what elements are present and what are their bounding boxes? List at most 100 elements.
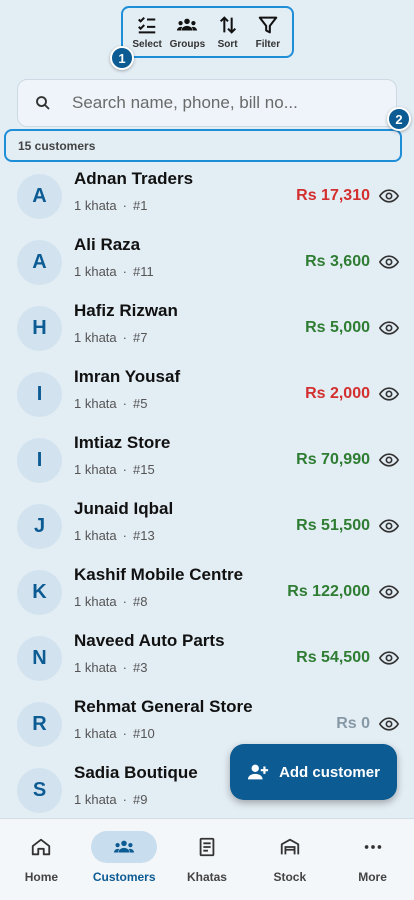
list-toolbar: Select Groups Sort Filter	[121, 6, 294, 58]
avatar: N	[17, 635, 62, 681]
eye-icon[interactable]	[379, 318, 399, 338]
khata-count: 1 khata	[74, 330, 117, 345]
nav-home[interactable]: Home	[3, 831, 79, 900]
balance-amount: Rs 5,000	[305, 319, 370, 336]
customer-number: #10	[133, 726, 155, 741]
eye-icon[interactable]	[379, 582, 399, 602]
groups-button[interactable]: Groups	[167, 14, 207, 50]
balance-amount: Rs 17,310	[296, 187, 370, 204]
balance-amount: Rs 54,500	[296, 649, 370, 666]
warehouse-icon	[280, 838, 299, 855]
customer-name: Hafiz Rizwan	[74, 301, 178, 320]
bottom-nav: Home Customers Khatas Stock More	[0, 818, 414, 900]
customer-number: #1	[133, 198, 148, 213]
customer-meta: 1 khata · #11	[74, 264, 154, 279]
balance-amount: Rs 0	[336, 715, 370, 732]
customer-info: Imran Yousaf 1 khata · #5	[74, 367, 180, 411]
search-input[interactable]	[72, 93, 372, 113]
avatar: S	[17, 767, 62, 813]
eye-icon[interactable]	[379, 450, 399, 470]
customer-info: Ali Raza 1 khata · #11	[74, 235, 154, 279]
separator-dot: ·	[122, 264, 127, 279]
sort-label: Sort	[217, 39, 238, 50]
customer-meta: 1 khata · #3	[74, 660, 225, 675]
customer-row[interactable]: N Naveed Auto Parts 1 khata · #3 Rs 54,500	[0, 625, 414, 691]
nav-more[interactable]: More	[335, 831, 411, 900]
separator-dot: ·	[122, 330, 127, 345]
customer-meta: 1 khata · #15	[74, 462, 170, 477]
search-icon	[36, 96, 50, 110]
balance-amount: Rs 70,990	[296, 451, 370, 468]
eye-icon[interactable]	[379, 648, 399, 668]
nav-stock[interactable]: Stock	[252, 831, 328, 900]
customer-name: Junaid Iqbal	[74, 499, 174, 518]
customer-number: #15	[133, 462, 155, 477]
filter-button[interactable]: Filter	[248, 14, 288, 50]
customer-row[interactable]: A Ali Raza 1 khata · #11 Rs 3,600	[0, 229, 414, 295]
customer-number: #11	[133, 264, 154, 279]
nav-khatas[interactable]: Khatas	[169, 831, 245, 900]
customer-number: #13	[133, 528, 155, 543]
balance-amount: Rs 122,000	[287, 583, 370, 600]
separator-dot: ·	[122, 726, 127, 741]
balance-amount: Rs 51,500	[296, 517, 370, 534]
eye-icon[interactable]	[379, 714, 399, 734]
customer-meta: 1 khata · #13	[74, 528, 173, 543]
khata-count: 1 khata	[74, 726, 117, 741]
customer-meta: 1 khata · #9	[74, 792, 198, 807]
khata-count: 1 khata	[74, 396, 117, 411]
eye-icon[interactable]	[379, 384, 399, 404]
customer-name: Imran Yousaf	[74, 367, 181, 386]
customers-icon	[114, 840, 135, 853]
eye-icon[interactable]	[379, 516, 399, 536]
step-marker-1: 1	[110, 46, 134, 70]
nav-customers[interactable]: Customers	[86, 831, 162, 900]
separator-dot: ·	[122, 660, 127, 675]
step-marker-2: 2	[387, 107, 411, 131]
khata-count: 1 khata	[74, 264, 117, 279]
customer-info: Hafiz Rizwan 1 khata · #7	[74, 301, 178, 345]
balance-amount: Rs 3,600	[305, 253, 370, 270]
eye-icon[interactable]	[379, 186, 399, 206]
customer-row[interactable]: J Junaid Iqbal 1 khata · #13 Rs 51,500	[0, 493, 414, 559]
customer-name: Naveed Auto Parts	[74, 631, 225, 650]
khata-count: 1 khata	[74, 462, 117, 477]
khata-count: 1 khata	[74, 528, 117, 543]
customer-row[interactable]: A Adnan Traders 1 khata · #1 Rs 17,310	[0, 163, 414, 229]
home-icon	[32, 838, 51, 856]
customer-name: Sadia Boutique	[74, 763, 198, 782]
eye-icon[interactable]	[379, 252, 399, 272]
customer-meta: 1 khata · #8	[74, 594, 243, 609]
customer-name: Imtiaz Store	[74, 433, 171, 452]
customer-number: #8	[133, 594, 148, 609]
nav-stock-label: Stock	[273, 870, 307, 884]
sort-button[interactable]: Sort	[208, 14, 248, 50]
add-person-icon	[247, 764, 269, 780]
avatar: A	[17, 173, 62, 219]
customer-name: Rehmat General Store	[74, 697, 253, 716]
search-bar	[17, 79, 397, 127]
avatar: J	[17, 503, 62, 549]
customer-number: #5	[133, 396, 148, 411]
customer-row[interactable]: H Hafiz Rizwan 1 khata · #7 Rs 5,000	[0, 295, 414, 361]
customer-row[interactable]: I Imtiaz Store 1 khata · #15 Rs 70,990	[0, 427, 414, 493]
select-button[interactable]: Select	[127, 14, 167, 50]
avatar: A	[17, 239, 62, 285]
add-customer-button[interactable]: Add customer	[230, 744, 397, 800]
customer-info: Adnan Traders 1 khata · #1	[74, 169, 193, 213]
separator-dot: ·	[122, 462, 127, 477]
customer-info: Imtiaz Store 1 khata · #15	[74, 433, 170, 477]
add-customer-label: Add customer	[279, 763, 380, 781]
customer-name: Kashif Mobile Centre	[74, 565, 244, 584]
nav-more-label: More	[358, 870, 387, 884]
customer-meta: 1 khata · #7	[74, 330, 178, 345]
customer-row[interactable]: K Kashif Mobile Centre 1 khata · #8 Rs 122,00…	[0, 559, 414, 625]
customer-meta: 1 khata · #1	[74, 198, 193, 213]
filter-icon	[258, 16, 278, 34]
groups-label: Groups	[169, 39, 206, 50]
customer-count-bar: 15 customers	[4, 129, 402, 162]
customer-row[interactable]: I Imran Yousaf 1 khata · #5 Rs 2,000	[0, 361, 414, 427]
avatar: I	[17, 437, 62, 483]
customer-info: Junaid Iqbal 1 khata · #13	[74, 499, 173, 543]
khata-count: 1 khata	[74, 660, 117, 675]
